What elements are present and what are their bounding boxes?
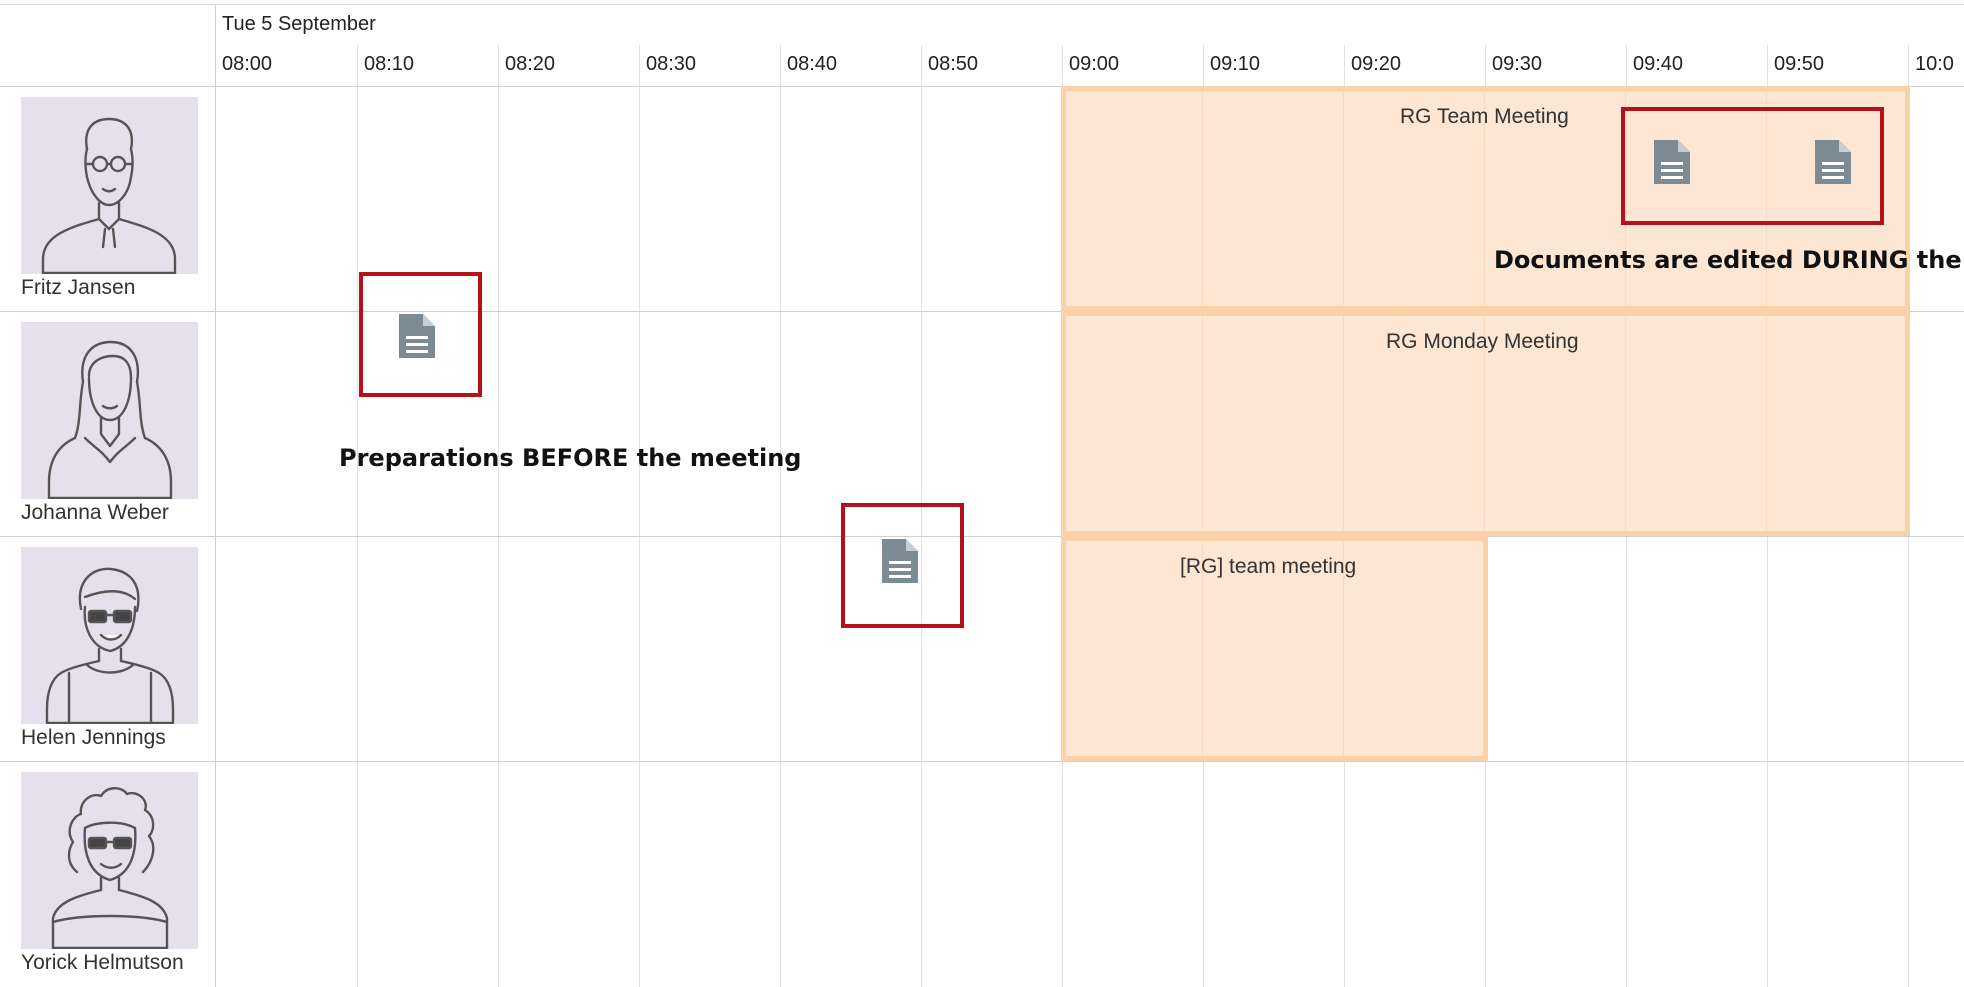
grid-column-line [498, 45, 499, 987]
annotation-before: Preparations BEFORE the meeting [339, 444, 802, 472]
woman-long-hair-avatar-icon [47, 340, 173, 499]
annotation-during: Documents are edited DURING the [1494, 246, 1962, 274]
event-title: RG Team Meeting [1400, 105, 1569, 128]
grid-column-line [215, 4, 216, 987]
grid-column-line [357, 45, 358, 987]
time-label: 08:20 [505, 53, 556, 75]
person-name: Johanna Weber [21, 501, 169, 524]
time-label: 08:10 [364, 53, 415, 75]
person-name: Yorick Helmutson [21, 951, 184, 974]
avatar[interactable] [21, 97, 198, 274]
event-grid-line [1625, 316, 1626, 531]
grid-column-line [780, 45, 781, 987]
time-label: 09:10 [1210, 53, 1261, 75]
event-grid-line [1343, 316, 1344, 531]
time-label: 09:40 [1633, 53, 1684, 75]
time-label: 08:40 [787, 53, 838, 75]
time-label: 08:30 [646, 53, 697, 75]
time-label: 08:50 [928, 53, 979, 75]
event-grid-line [1343, 91, 1344, 306]
date-header: Tue 5 September [222, 13, 376, 35]
event-rg-monday-meeting[interactable]: RG Monday Meeting [1061, 311, 1910, 536]
avatar[interactable] [21, 547, 198, 724]
event-grid-line [1766, 316, 1767, 531]
time-label: 08:00 [222, 53, 273, 75]
event-title: [RG] team meeting [1180, 555, 1357, 578]
man-glasses-avatar-icon [41, 117, 177, 274]
time-label: 09:20 [1351, 53, 1402, 75]
grid-row-line [0, 536, 1964, 537]
time-label: 09:30 [1492, 53, 1543, 75]
event-title: RG Monday Meeting [1386, 330, 1579, 353]
highlight-box-before [359, 272, 482, 397]
event-grid-line [1202, 316, 1203, 531]
grid-column-line [639, 45, 640, 987]
time-label: 09:00 [1069, 53, 1120, 75]
avatar[interactable] [21, 772, 198, 949]
highlight-box-before [841, 503, 964, 628]
highlight-box-during [1621, 107, 1884, 225]
grid-border-top [0, 4, 1964, 5]
event-rg-team-meeting-helen[interactable]: [RG] team meeting [1061, 536, 1488, 761]
curly-hair-glasses-avatar-icon [51, 787, 169, 949]
person-name: Helen Jennings [21, 726, 166, 749]
event-grid-line [1202, 91, 1203, 306]
grid-row-line [0, 761, 1964, 762]
person-name: Fritz Jansen [21, 276, 136, 299]
time-label: 10:0 [1915, 53, 1954, 75]
avatar[interactable] [21, 322, 198, 499]
time-label: 09:50 [1774, 53, 1825, 75]
woman-glasses-avatar-icon [45, 567, 175, 724]
